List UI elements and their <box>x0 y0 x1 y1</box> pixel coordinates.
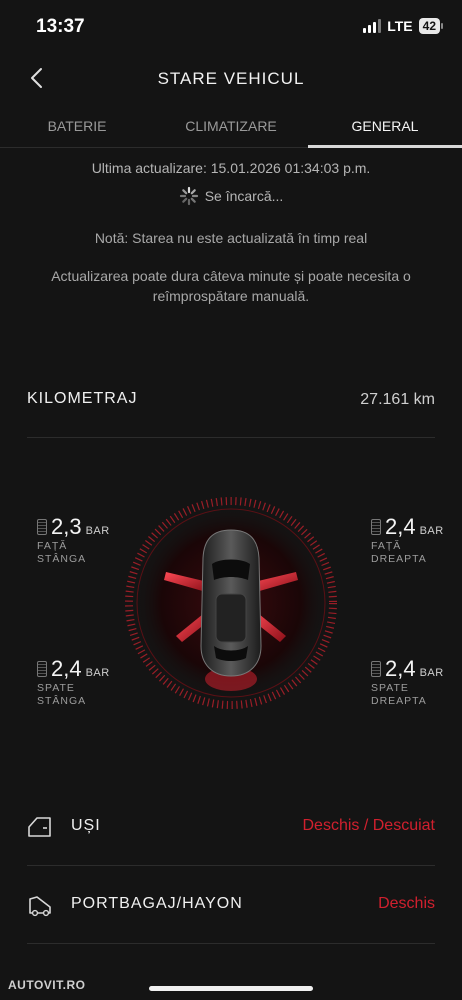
refresh-info: Actualizarea poate dura câteva minute și… <box>51 268 411 304</box>
watermark: AUTOVIT.RO <box>8 978 86 992</box>
tire-front-right: 2,4 BAR FAȚĂ DREAPTA <box>371 514 462 566</box>
odometer-row: KILOMETRAJ 27.161 km <box>27 380 435 438</box>
tire-icon <box>37 661 47 677</box>
status-bar: 13:37 LTE 42 <box>0 0 462 56</box>
network-type: LTE <box>387 18 413 34</box>
tire-icon <box>37 519 47 535</box>
tire-pressure-unit: BAR <box>85 525 110 537</box>
car-trunk-icon <box>29 896 51 917</box>
doors-row[interactable]: UȘI Deschis / Descuiat <box>27 788 435 866</box>
spinner-icon <box>179 186 198 206</box>
last-updated-text: Ultima actualizare: 15.01.2026 01:34:03 … <box>91 160 371 176</box>
loading-indicator: Se încarcă... <box>0 186 462 206</box>
signal-icon <box>363 19 382 33</box>
trunk-status: Deschis <box>378 895 435 912</box>
battery-icon: 42 <box>418 18 444 34</box>
tire-pressure-unit: BAR <box>419 667 444 679</box>
doors-label: UȘI <box>71 817 101 834</box>
tire-position: FAȚĂ <box>371 540 402 552</box>
tab-bar: BATERIE CLIMATIZARE GENERAL <box>0 108 462 148</box>
status-time: 13:37 <box>36 16 85 37</box>
tire-position-side: DREAPTA <box>371 695 427 707</box>
car-door-icon <box>28 817 51 837</box>
tire-icon <box>371 519 381 535</box>
odometer-label: KILOMETRAJ <box>27 390 138 407</box>
trunk-label: PORTBAGAJ/HAYON <box>71 895 243 912</box>
tire-position: SPATE <box>371 682 409 694</box>
tire-pressure-unit: BAR <box>85 667 110 679</box>
tire-rear-right: 2,4 BAR SPATE DREAPTA <box>371 656 462 708</box>
odometer-value: 27.161 km <box>360 391 435 408</box>
tire-pressure-unit: BAR <box>419 525 444 537</box>
tire-pressure-value: 2,3 <box>51 514 82 539</box>
realtime-note: Notă: Starea nu este actualizată în timp… <box>94 230 368 246</box>
status-indicators: LTE 42 <box>363 18 444 34</box>
page-title: STARE VEHICUL <box>157 69 305 88</box>
doors-status: Deschis / Descuiat <box>302 817 436 834</box>
car-status-graphic <box>124 496 338 710</box>
tire-pressure-value: 2,4 <box>51 656 82 681</box>
trunk-row[interactable]: PORTBAGAJ/HAYON Deschis <box>27 866 435 944</box>
tire-pressure-value: 2,4 <box>385 514 416 539</box>
tire-icon <box>371 661 381 677</box>
tire-pressure-value: 2,4 <box>385 656 416 681</box>
tire-position-side: DREAPTA <box>371 553 427 565</box>
tab-general[interactable]: GENERAL <box>308 108 462 148</box>
header: STARE VEHICUL <box>0 56 462 102</box>
home-indicator[interactable] <box>149 986 313 991</box>
tab-climatizare[interactable]: CLIMATIZARE <box>154 108 308 147</box>
loading-text: Se încarcă... <box>204 188 284 204</box>
tab-baterie[interactable]: BATERIE <box>0 108 154 147</box>
